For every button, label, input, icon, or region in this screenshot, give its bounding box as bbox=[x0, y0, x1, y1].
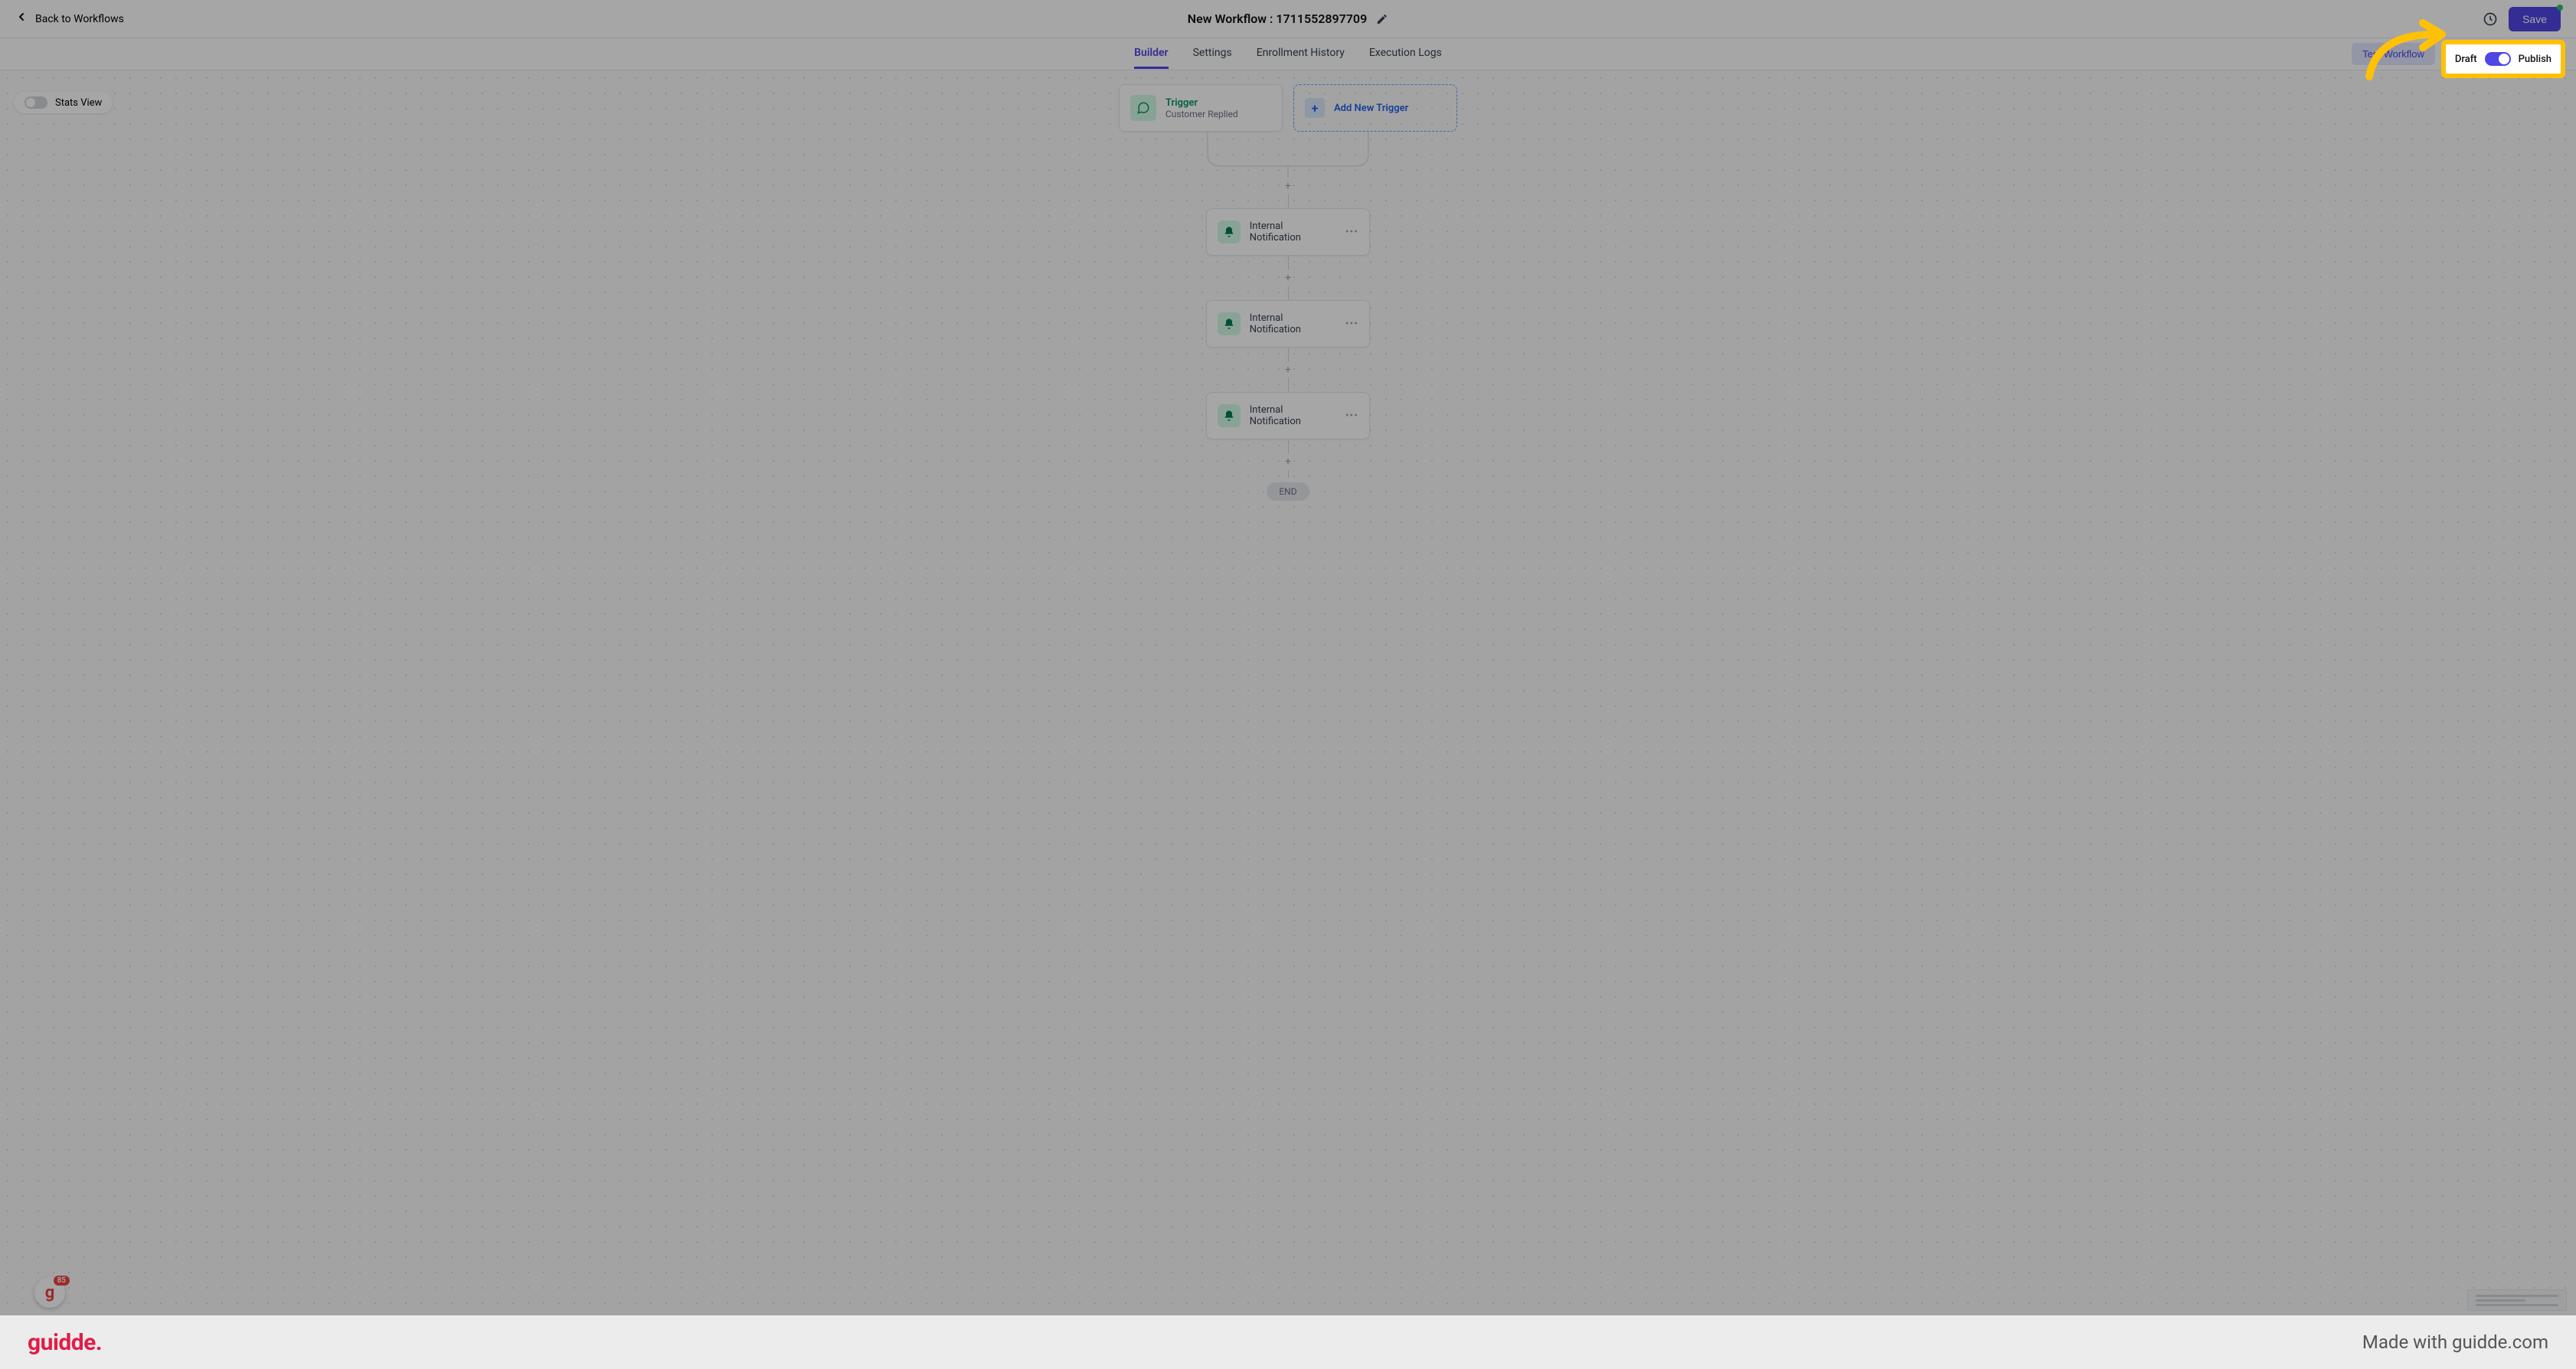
add-trigger-label: Add New Trigger bbox=[1334, 103, 1408, 114]
canvas-minimap[interactable] bbox=[2467, 1289, 2567, 1311]
action-node[interactable]: Internal Notification ••• bbox=[1206, 208, 1370, 256]
footer: guidde. Made with guidde.com bbox=[0, 1315, 2576, 1369]
annotation-arrow-icon bbox=[2362, 15, 2453, 84]
trigger-title: Trigger bbox=[1165, 97, 1238, 109]
tab-settings[interactable]: Settings bbox=[1193, 39, 1232, 69]
action-node[interactable]: Internal Notification ••• bbox=[1206, 300, 1370, 348]
add-step-button[interactable]: + bbox=[1281, 363, 1295, 377]
add-step-button[interactable]: + bbox=[1281, 179, 1295, 193]
action-label: Internal Notification bbox=[1250, 221, 1336, 243]
back-label: Back to Workflows bbox=[35, 13, 124, 25]
minimap-line bbox=[2476, 1299, 2525, 1302]
tab-execution-logs[interactable]: Execution Logs bbox=[1369, 39, 1442, 69]
more-icon[interactable]: ••• bbox=[1345, 226, 1358, 238]
guidde-logo: guidde. bbox=[28, 1329, 102, 1356]
more-icon[interactable]: ••• bbox=[1345, 318, 1358, 330]
connector-bracket bbox=[1200, 132, 1376, 178]
publish-label: Publish bbox=[2519, 54, 2551, 65]
back-link[interactable]: Back to Workflows bbox=[15, 11, 124, 27]
trigger-subtitle: Customer Replied bbox=[1165, 109, 1238, 119]
plus-icon: + bbox=[1305, 98, 1325, 118]
action-label: Internal Notification bbox=[1250, 404, 1336, 427]
add-step-button[interactable]: + bbox=[1281, 455, 1295, 469]
chat-icon bbox=[1130, 95, 1156, 121]
flow-container: Trigger Customer Replied + Add New Trigg… bbox=[1119, 84, 1457, 501]
help-badge-count: 85 bbox=[54, 1276, 70, 1286]
action-node[interactable]: Internal Notification ••• bbox=[1206, 392, 1370, 439]
connector-line bbox=[1288, 286, 1289, 300]
more-icon[interactable]: ••• bbox=[1345, 410, 1358, 422]
top-bar: Back to Workflows New Workflow : 1711552… bbox=[0, 0, 2576, 38]
minimap-line bbox=[2476, 1295, 2558, 1297]
connector-line bbox=[1288, 256, 1289, 270]
connector-line bbox=[1288, 194, 1289, 208]
stats-view-toggle-wrap: Stats View bbox=[14, 92, 113, 113]
sub-nav-bar: Builder Settings Enrollment History Exec… bbox=[0, 38, 2576, 70]
history-icon[interactable] bbox=[2483, 11, 2498, 27]
minimap-line bbox=[2476, 1304, 2558, 1306]
tab-builder[interactable]: Builder bbox=[1134, 39, 1168, 69]
bell-icon bbox=[1218, 221, 1241, 243]
edit-icon[interactable] bbox=[1376, 13, 1388, 25]
help-badge[interactable]: g 85 bbox=[34, 1277, 65, 1308]
action-label: Internal Notification bbox=[1250, 312, 1336, 335]
publish-toggle-highlight: Draft Publish bbox=[2443, 41, 2564, 77]
stats-view-label: Stats View bbox=[55, 97, 102, 109]
bell-icon bbox=[1218, 312, 1241, 335]
publish-toggle[interactable] bbox=[2485, 52, 2511, 66]
bell-icon bbox=[1218, 404, 1241, 427]
workflow-canvas[interactable]: Stats View Trigger Customer Replied + Ad… bbox=[0, 70, 2576, 1315]
connector-line bbox=[1288, 470, 1289, 478]
tabs: Builder Settings Enrollment History Exec… bbox=[1134, 39, 1442, 69]
connector-line bbox=[1288, 348, 1289, 361]
stats-view-toggle[interactable] bbox=[25, 96, 47, 109]
footer-text: Made with guidde.com bbox=[2362, 1331, 2548, 1353]
add-step-button[interactable]: + bbox=[1281, 271, 1295, 285]
trigger-node[interactable]: Trigger Customer Replied bbox=[1119, 84, 1283, 132]
workflow-title: New Workflow : 1711552897709 bbox=[1188, 11, 1367, 26]
help-badge-logo: g bbox=[45, 1283, 55, 1302]
end-node: END bbox=[1267, 482, 1309, 501]
connector-line bbox=[1288, 439, 1289, 453]
add-trigger-button[interactable]: + Add New Trigger bbox=[1293, 84, 1457, 132]
tab-enrollment-history[interactable]: Enrollment History bbox=[1257, 39, 1345, 69]
draft-label: Draft bbox=[2455, 54, 2477, 65]
save-button[interactable]: Save bbox=[2509, 7, 2561, 31]
connector-line bbox=[1288, 378, 1289, 392]
chevron-left-icon bbox=[15, 11, 28, 27]
